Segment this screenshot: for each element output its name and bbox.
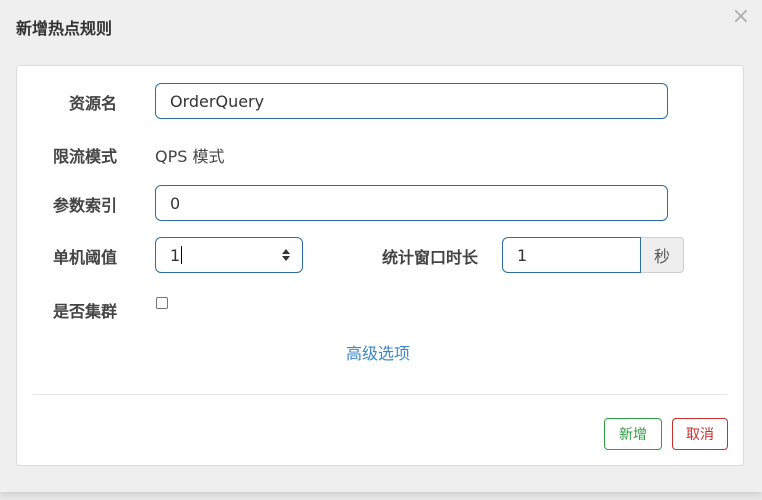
cluster-checkbox[interactable] [156, 297, 168, 309]
threshold-stepper[interactable] [282, 249, 290, 261]
resource-name-input[interactable]: OrderQuery [155, 83, 668, 119]
hotspot-rule-dialog: 新增热点规则 × 资源名 OrderQuery 限流模式 QPS 模式 参数索引… [0, 0, 762, 492]
add-button[interactable]: 新增 [604, 418, 662, 450]
threshold-value: 1 [170, 245, 181, 265]
resource-name-value: OrderQuery [170, 91, 265, 111]
resource-name-label: 资源名 [69, 94, 118, 113]
window-duration-input[interactable]: 1 [502, 237, 641, 273]
window-duration-value: 1 [517, 245, 528, 265]
stepper-up-icon[interactable] [282, 249, 290, 254]
cluster-label: 是否集群 [53, 302, 118, 321]
text-cursor [181, 246, 183, 264]
threshold-label: 单机阈值 [53, 248, 118, 267]
form-panel: 资源名 OrderQuery 限流模式 QPS 模式 参数索引 0 单机阈值 1… [16, 65, 744, 466]
window-duration-label: 统计窗口时长 [382, 248, 479, 267]
footer-divider [33, 394, 727, 395]
param-index-value: 0 [170, 193, 181, 213]
threshold-input[interactable]: 1 [155, 237, 303, 273]
dialog-title: 新增热点规则 [16, 19, 113, 38]
window-unit-addon: 秒 [641, 237, 684, 273]
param-index-label: 参数索引 [53, 196, 118, 215]
cancel-button[interactable]: 取消 [672, 418, 728, 450]
limit-mode-label: 限流模式 [53, 147, 118, 166]
param-index-input[interactable]: 0 [155, 185, 668, 221]
advanced-options-link[interactable]: 高级选项 [346, 344, 410, 364]
stepper-down-icon[interactable] [282, 256, 290, 261]
limit-mode-value: QPS 模式 [155, 147, 225, 166]
close-icon[interactable]: × [732, 6, 750, 28]
